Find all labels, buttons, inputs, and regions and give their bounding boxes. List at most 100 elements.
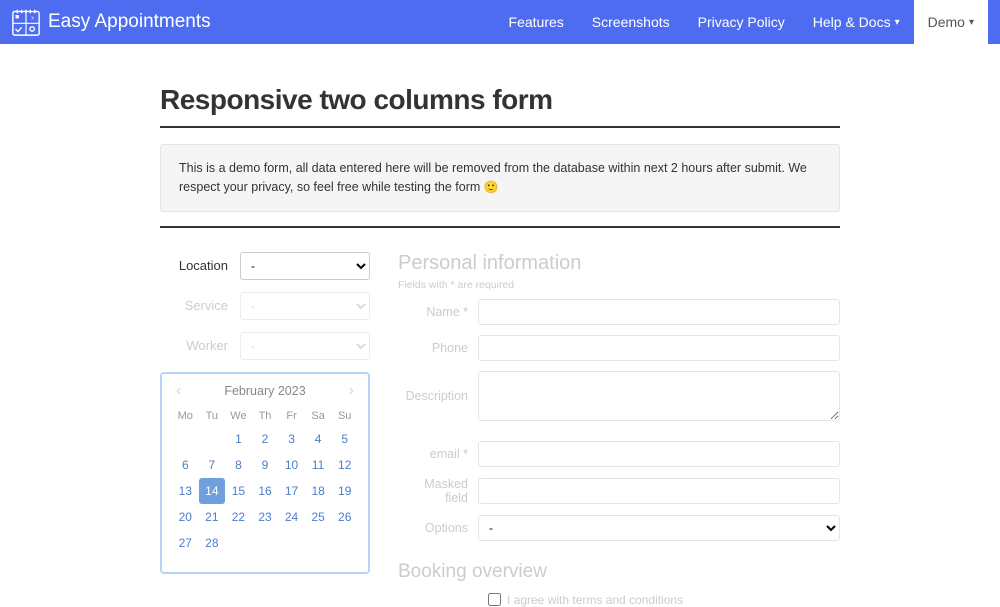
calendar-dow: Th: [252, 406, 279, 426]
phone-label: Phone: [398, 341, 478, 355]
calendar-day[interactable]: 11: [305, 452, 332, 478]
personal-heading: Personal information: [398, 252, 840, 275]
calendar-day[interactable]: 2: [252, 426, 279, 452]
calendar-day: [305, 530, 332, 556]
calendar-day[interactable]: 16: [252, 478, 279, 504]
calendar-dow: Tu: [199, 406, 226, 426]
calendar-day[interactable]: 26: [331, 504, 358, 530]
calendar-day[interactable]: 17: [278, 478, 305, 504]
calendar-day[interactable]: 20: [172, 504, 199, 530]
calendar-day[interactable]: 3: [278, 426, 305, 452]
calendar: ‹ February 2023 › MoTuWeThFrSaSu12345678…: [160, 372, 370, 574]
name-label: Name *: [398, 305, 478, 319]
page-title: Responsive two columns form: [160, 84, 840, 116]
calendar-day[interactable]: 12: [331, 452, 358, 478]
calendar-dow: We: [225, 406, 252, 426]
description-textarea[interactable]: [478, 371, 840, 421]
row-location: Location -: [160, 252, 370, 280]
calendar-day[interactable]: 5: [331, 426, 358, 452]
calendar-dow: Mo: [172, 406, 199, 426]
calendar-grid: MoTuWeThFrSaSu12345678910111213141516171…: [172, 406, 358, 556]
brand-text: Easy Appointments: [48, 11, 211, 33]
options-select[interactable]: -: [478, 515, 840, 541]
calendar-day: [172, 426, 199, 452]
calendar-day: [199, 426, 226, 452]
brand-logo-icon: x: [12, 8, 40, 36]
calendar-day[interactable]: 9: [252, 452, 279, 478]
worker-select: -: [240, 332, 370, 360]
brand: x Easy Appointments: [12, 8, 211, 36]
calendar-dow: Su: [331, 406, 358, 426]
main-container: Responsive two columns form This is a de…: [140, 44, 860, 607]
row-name: Name *: [398, 299, 840, 325]
nav-demo[interactable]: Demo▾: [914, 0, 988, 44]
worker-label: Worker: [160, 338, 240, 353]
name-input[interactable]: [478, 299, 840, 325]
demo-notice: This is a demo form, all data entered he…: [160, 144, 840, 212]
column-appointment: Location - Service - Worker - ‹ February…: [160, 252, 370, 607]
calendar-day: [225, 530, 252, 556]
phone-input[interactable]: [478, 335, 840, 361]
row-options: Options -: [398, 515, 840, 541]
calendar-day[interactable]: 27: [172, 530, 199, 556]
masked-input[interactable]: [478, 478, 840, 504]
calendar-day[interactable]: 24: [278, 504, 305, 530]
row-service: Service -: [160, 292, 370, 320]
smile-icon: 🙂: [484, 180, 499, 194]
description-label: Description: [398, 389, 478, 403]
nav-privacy[interactable]: Privacy Policy: [684, 0, 799, 44]
calendar-day[interactable]: 1: [225, 426, 252, 452]
row-email: email *: [398, 441, 840, 467]
chevron-down-icon: ▾: [969, 17, 974, 28]
column-personal: Personal information Fields with * are r…: [398, 252, 840, 607]
calendar-day[interactable]: 14: [199, 478, 226, 504]
nav-features[interactable]: Features: [495, 0, 578, 44]
email-input[interactable]: [478, 441, 840, 467]
service-label: Service: [160, 298, 240, 313]
location-select[interactable]: -: [240, 252, 370, 280]
options-label: Options: [398, 521, 478, 535]
calendar-day[interactable]: 28: [199, 530, 226, 556]
form-two-columns: Location - Service - Worker - ‹ February…: [160, 252, 840, 607]
divider: [160, 226, 840, 228]
nav-items: Features Screenshots Privacy Policy Help…: [495, 0, 988, 44]
row-worker: Worker -: [160, 332, 370, 360]
calendar-day[interactable]: 10: [278, 452, 305, 478]
service-select: -: [240, 292, 370, 320]
terms-label: I agree with terms and conditions: [507, 593, 683, 607]
calendar-day[interactable]: 22: [225, 504, 252, 530]
calendar-dow: Sa: [305, 406, 332, 426]
calendar-prev-icon[interactable]: ‹: [172, 382, 185, 400]
calendar-day: [331, 530, 358, 556]
calendar-day: [252, 530, 279, 556]
calendar-day[interactable]: 15: [225, 478, 252, 504]
calendar-day[interactable]: 6: [172, 452, 199, 478]
row-masked: Masked field: [398, 477, 840, 505]
email-label: email *: [398, 447, 478, 461]
chevron-down-icon: ▾: [895, 17, 900, 28]
nav-screenshots[interactable]: Screenshots: [578, 0, 684, 44]
location-label: Location: [160, 258, 240, 273]
nav-help-docs[interactable]: Help & Docs▾: [799, 0, 914, 44]
personal-subnote: Fields with * are required: [398, 279, 840, 291]
calendar-day: [278, 530, 305, 556]
svg-text:x: x: [31, 15, 34, 21]
masked-label: Masked field: [398, 477, 478, 505]
calendar-day[interactable]: 18: [305, 478, 332, 504]
calendar-next-icon[interactable]: ›: [345, 382, 358, 400]
calendar-day[interactable]: 25: [305, 504, 332, 530]
calendar-day[interactable]: 19: [331, 478, 358, 504]
top-navbar: x Easy Appointments Features Screenshots…: [0, 0, 1000, 44]
calendar-title: February 2023: [224, 384, 305, 398]
calendar-day[interactable]: 13: [172, 478, 199, 504]
calendar-day[interactable]: 7: [199, 452, 226, 478]
calendar-day[interactable]: 4: [305, 426, 332, 452]
terms-checkbox[interactable]: [488, 593, 501, 606]
overview-heading: Booking overview: [398, 561, 840, 583]
calendar-dow: Fr: [278, 406, 305, 426]
row-phone: Phone: [398, 335, 840, 361]
calendar-day[interactable]: 23: [252, 504, 279, 530]
calendar-day[interactable]: 8: [225, 452, 252, 478]
row-terms: I agree with terms and conditions: [398, 593, 840, 607]
calendar-day[interactable]: 21: [199, 504, 226, 530]
